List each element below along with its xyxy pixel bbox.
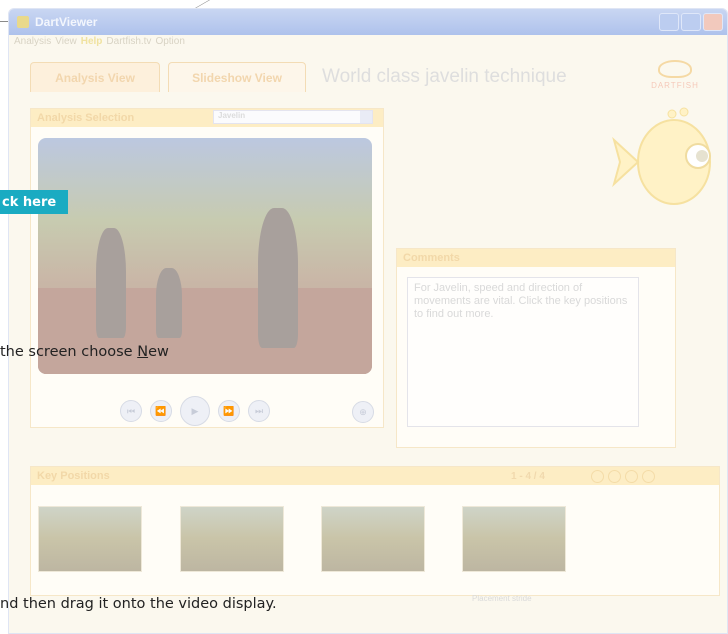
callout-label: ck here: [2, 194, 57, 210]
key-position-thumbnail[interactable]: [462, 506, 566, 572]
close-button[interactable]: [703, 13, 723, 31]
video-track-area: [38, 288, 372, 374]
video-figure: [258, 208, 298, 348]
tab-slideshow-view[interactable]: Slideshow View: [168, 62, 306, 92]
analysis-dropdown-value: Javelin: [218, 111, 246, 120]
key-position-thumbnail[interactable]: [180, 506, 284, 572]
title-bar[interactable]: DartViewer: [9, 9, 727, 35]
analysis-dropdown[interactable]: Javelin: [213, 110, 373, 124]
key-positions-counter: 1 - 4 / 4: [511, 471, 545, 482]
comments-panel: Comments For Javelin, speed and directio…: [396, 248, 676, 448]
next-icon[interactable]: ⏭: [248, 400, 270, 422]
comments-text: For Javelin, speed and direction of move…: [407, 277, 639, 427]
comments-panel-title: Comments: [403, 252, 460, 264]
menu-item-view[interactable]: View: [55, 36, 77, 47]
video-figure: [156, 268, 182, 338]
rewind-icon[interactable]: ⏪: [150, 400, 172, 422]
menu-bar: Analysis View Help Dartfish.tv Option: [14, 36, 185, 47]
playback-controls: ⏮ ⏪ ▶ ⏩ ⏭: [120, 396, 270, 426]
key-position-caption: Placement stride: [472, 594, 532, 603]
last-icon[interactable]: [642, 470, 655, 483]
key-position-thumbnail[interactable]: [321, 506, 425, 572]
key-position-thumbnail[interactable]: [38, 506, 142, 572]
menu-item-help[interactable]: Help: [81, 36, 103, 47]
next-icon[interactable]: [625, 470, 638, 483]
first-icon[interactable]: [591, 470, 604, 483]
play-icon[interactable]: ▶: [180, 396, 210, 426]
page-title: World class javelin technique: [322, 66, 567, 87]
instruction-line-2: nd then drag it onto the video display.: [0, 596, 277, 612]
analysis-panel-title: Analysis Selection: [37, 112, 135, 124]
chevron-down-icon: [360, 111, 372, 123]
logo-text: DARTFISH: [651, 81, 699, 90]
click-here-callout[interactable]: ck here: [0, 190, 69, 214]
app-icon: [17, 16, 29, 28]
menu-item-dartfish[interactable]: Dartfish.tv: [106, 36, 151, 47]
prev-icon[interactable]: ⏮: [120, 400, 142, 422]
minimize-button[interactable]: [659, 13, 679, 31]
fish-mascot-icon: [612, 107, 711, 205]
maximize-button[interactable]: [681, 13, 701, 31]
video-display[interactable]: [38, 138, 372, 374]
window-title: DartViewer: [35, 15, 98, 29]
instruction-1-after: ew: [148, 344, 169, 360]
dartfish-logo: DARTFISH: [635, 60, 715, 96]
instruction-line-1: the screen choose New: [0, 344, 169, 360]
instruction-1-underlined: N: [137, 344, 149, 360]
key-positions-title: Key Positions: [37, 470, 110, 482]
tab-analysis-view[interactable]: Analysis View: [30, 62, 160, 92]
forward-icon[interactable]: ⏩: [218, 400, 240, 422]
video-figure: [96, 228, 126, 338]
logo-icon: [658, 60, 692, 78]
menu-item-option[interactable]: Option: [155, 36, 184, 47]
prev-icon[interactable]: [608, 470, 621, 483]
menu-item-analysis[interactable]: Analysis: [14, 36, 51, 47]
zoom-icon[interactable]: ⊕: [352, 401, 374, 423]
instruction-1-before: the screen choose: [0, 344, 138, 360]
